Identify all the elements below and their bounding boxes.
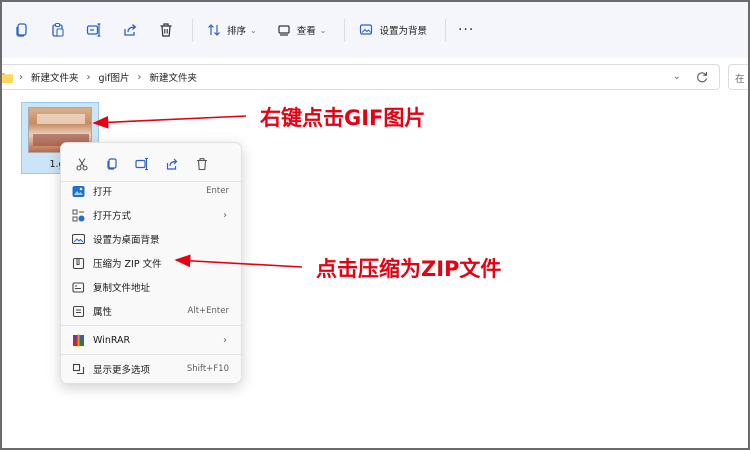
address-row: › 新建文件夹 › gif图片 › 新建文件夹 ⌄ 在 xyxy=(2,64,748,90)
delete-icon[interactable] xyxy=(152,16,180,44)
menu-item-label: 打开 xyxy=(93,187,113,198)
view-icon xyxy=(278,25,290,36)
refresh-icon[interactable] xyxy=(695,70,709,84)
rename-icon[interactable] xyxy=(80,16,108,44)
menu-item-label: 压缩为 ZIP 文件 xyxy=(93,259,162,270)
search-input[interactable]: 在 xyxy=(728,64,748,90)
toolbar-divider xyxy=(344,19,346,41)
set-background-label: 设置为背景 xyxy=(379,26,427,37)
chevron-down-icon: ⌄ xyxy=(250,25,257,35)
copy-path-icon xyxy=(72,281,85,294)
photos-icon xyxy=(72,185,85,198)
toolbar-divider xyxy=(192,19,193,41)
menu-item-show-more-options[interactable]: 显示更多选项 Shift+F10 xyxy=(65,358,239,380)
wallpaper-icon xyxy=(72,233,85,246)
menu-item-winrar[interactable]: WinRAR › xyxy=(65,329,239,351)
view-button[interactable]: 查看 ⌄ xyxy=(271,16,333,44)
copy-icon[interactable] xyxy=(99,151,125,177)
set-background-button[interactable]: 设置为背景 xyxy=(353,16,433,44)
chevron-down-icon: ⌄ xyxy=(319,25,327,35)
menu-item-label: WinRAR xyxy=(93,334,131,346)
context-menu: 打开 Enter 打开方式 › 设置为桌面背景 压缩为 ZIP 文件 复制文件地… xyxy=(60,142,242,384)
paste-icon[interactable] xyxy=(44,16,72,44)
cut-icon[interactable] xyxy=(69,151,95,177)
context-quick-actions xyxy=(61,149,241,179)
menu-item-properties[interactable]: 属性 Alt+Enter xyxy=(65,300,239,322)
delete-icon[interactable] xyxy=(189,151,215,177)
menu-item-copy-path[interactable]: 复制文件地址 xyxy=(65,276,239,298)
menu-item-label: 设置为桌面背景 xyxy=(93,235,160,246)
breadcrumb-item[interactable]: 新建文件夹 xyxy=(150,70,198,84)
share-icon[interactable] xyxy=(159,151,185,177)
folder-icon xyxy=(2,72,13,83)
explorer-window: 排序 ⌄ 查看 ⌄ 设置为背景 ··· › 新建文件夹 › gif图片 › 新建… xyxy=(0,0,750,450)
chevron-right-icon: › xyxy=(137,71,142,83)
zip-icon xyxy=(72,257,85,270)
open-with-icon xyxy=(72,209,85,222)
menu-item-set-desktop-background[interactable]: 设置为桌面背景 xyxy=(65,228,239,250)
menu-item-label: 属性 xyxy=(93,307,113,318)
menu-item-label: 复制文件地址 xyxy=(93,283,151,294)
annotation-right-click: 右键点击GIF图片 xyxy=(260,106,426,130)
chevron-right-icon: › xyxy=(86,71,91,83)
sort-icon xyxy=(208,24,220,36)
annotation-click-zip: 点击压缩为ZIP文件 xyxy=(316,257,502,281)
wallpaper-icon xyxy=(360,24,373,35)
sort-button[interactable]: 排序 ⌄ xyxy=(201,16,263,44)
menu-item-compress-zip[interactable]: 压缩为 ZIP 文件 xyxy=(65,252,239,274)
menu-item-open[interactable]: 打开 Enter xyxy=(65,180,239,202)
menu-divider xyxy=(61,325,241,326)
menu-item-label: 打开方式 xyxy=(93,211,132,222)
annotation-arrow xyxy=(92,115,247,129)
share-icon[interactable] xyxy=(116,16,144,44)
properties-icon xyxy=(72,305,85,318)
sort-label: 排序 xyxy=(227,26,247,37)
shortcut-label: Shift+F10 xyxy=(186,364,229,374)
chevron-right-icon: › xyxy=(223,334,227,346)
winrar-icon xyxy=(72,334,85,347)
address-bar[interactable]: › 新建文件夹 › gif图片 › 新建文件夹 ⌄ xyxy=(2,64,720,90)
menu-item-open-with[interactable]: 打开方式 › xyxy=(65,204,239,226)
menu-divider xyxy=(61,354,241,355)
shortcut-label: Enter xyxy=(206,186,229,196)
menu-item-label: 显示更多选项 xyxy=(93,365,151,376)
chevron-right-icon: › xyxy=(223,209,227,221)
copy-icon[interactable] xyxy=(8,16,36,44)
chevron-down-icon[interactable]: ⌄ xyxy=(673,71,681,82)
rename-icon[interactable] xyxy=(129,151,155,177)
chevron-right-icon: › xyxy=(19,71,23,83)
shortcut-label: Alt+Enter xyxy=(187,306,229,316)
breadcrumb-item[interactable]: 新建文件夹 xyxy=(31,70,79,84)
toolbar-divider xyxy=(444,19,446,41)
more-options-button[interactable]: ··· xyxy=(458,22,474,38)
breadcrumb-item[interactable]: gif图片 xyxy=(99,70,130,84)
view-label: 查看 xyxy=(296,26,316,37)
command-bar: 排序 ⌄ 查看 ⌄ 设置为背景 ··· xyxy=(2,2,748,58)
more-options-icon xyxy=(72,363,85,376)
